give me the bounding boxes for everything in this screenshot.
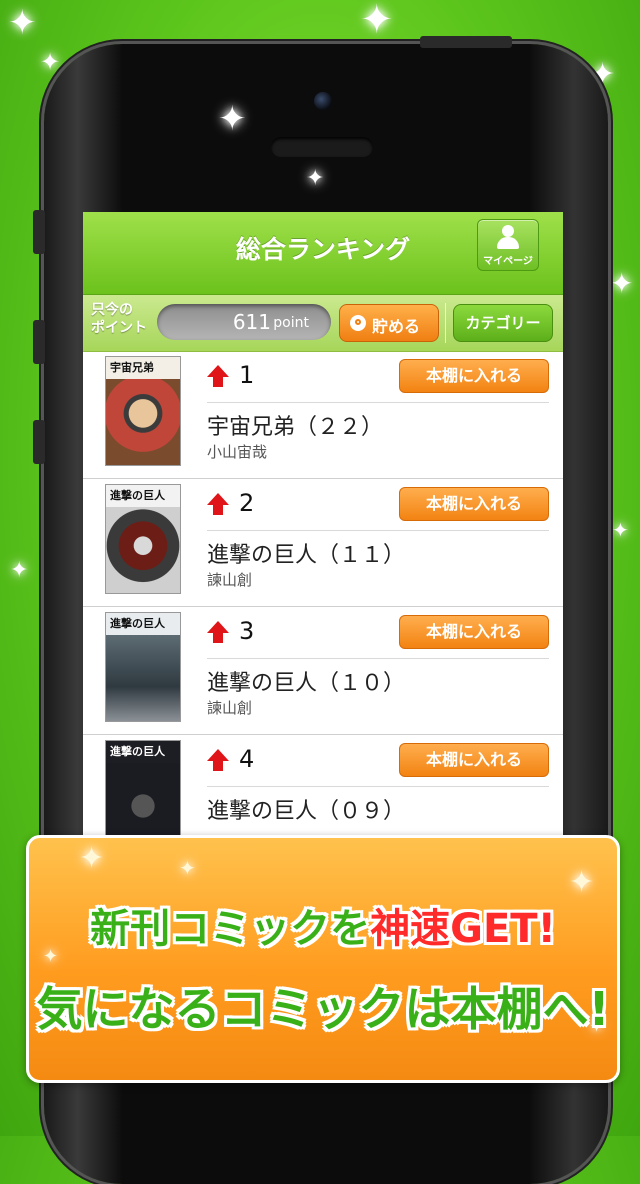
mute-switch (33, 210, 45, 254)
sparkle-decoration: ✦ (610, 267, 634, 300)
row-divider (207, 530, 549, 531)
row-divider (207, 658, 549, 659)
app-screen: 総合ランキング マイページ 只今の ポイント 611 point 貯める カテゴ… (83, 212, 563, 852)
row-divider (207, 402, 549, 403)
earn-points-button[interactable]: 貯める (339, 304, 439, 342)
book-author: 小山宙哉 (207, 443, 268, 461)
sparkle-decoration: ✦ (179, 856, 196, 880)
camera-icon (314, 92, 332, 110)
trend-up-icon (207, 621, 229, 643)
sparkle-decoration: ✦ (306, 166, 325, 191)
cover-title: 進撃の巨人 (110, 745, 165, 758)
sparkle-decoration: ✦ (569, 865, 595, 900)
list-item[interactable]: 宇宙兄弟 1 本棚に入れる 宇宙兄弟（２２） 小山宙哉 (83, 351, 563, 479)
trend-up-icon (207, 749, 229, 771)
cover-title: 進撃の巨人 (110, 489, 165, 502)
add-to-shelf-button[interactable]: 本棚に入れる (399, 615, 549, 649)
book-title: 進撃の巨人（１０） (207, 671, 406, 696)
mypage-button[interactable]: マイページ (477, 219, 539, 271)
points-label-line1: 只今の (91, 302, 133, 318)
cover-art (106, 507, 180, 593)
user-icon (497, 225, 519, 249)
banner-subheadline: 気になるコミックは本棚へ! (36, 982, 610, 1036)
earn-points-label: 貯める (372, 317, 421, 336)
add-to-shelf-button[interactable]: 本棚に入れる (399, 359, 549, 393)
coin-icon (350, 315, 366, 331)
banner-headline-highlight: 神速GET! (370, 906, 556, 952)
cover-title: 宇宙兄弟 (110, 361, 154, 374)
category-button[interactable]: カテゴリー (453, 304, 553, 342)
sparkle-decoration: ✦ (218, 99, 247, 139)
banner-headline-part1: 新刊コミックを (90, 906, 371, 952)
mypage-label: マイページ (483, 256, 533, 267)
book-title: 進撃の巨人（０９） (207, 799, 406, 824)
list-item[interactable]: 進撃の巨人 3 本棚に入れる 進撃の巨人（１０） 諫山創 (83, 607, 563, 735)
book-cover[interactable]: 進撃の巨人 (105, 484, 181, 594)
cover-art (106, 635, 180, 721)
book-cover[interactable]: 宇宙兄弟 (105, 356, 181, 466)
book-author: 諫山創 (207, 571, 253, 589)
rank-number: 4 (239, 745, 255, 773)
points-unit: point (273, 315, 309, 331)
book-title: 進撃の巨人（１１） (207, 543, 406, 568)
sparkle-decoration: ✦ (10, 558, 29, 583)
promo-banner: ✦ ✦ ✦ ✦ ✦ 新刊コミックを神速GET! 気になるコミックは本棚へ! (26, 835, 620, 1083)
points-label: 只今の ポイント (91, 301, 147, 337)
rank-number: 1 (239, 361, 255, 389)
points-value: 611 (232, 310, 271, 334)
points-bar: 只今の ポイント 611 point 貯める カテゴリー (83, 295, 563, 352)
volume-up-button (33, 320, 45, 364)
points-label-line2: ポイント (91, 320, 147, 336)
trend-up-icon (207, 493, 229, 515)
book-author: 諫山創 (207, 699, 253, 717)
speaker-grille (271, 137, 373, 157)
book-title: 宇宙兄弟（２２） (207, 415, 384, 440)
volume-down-button (33, 420, 45, 464)
navigation-bar: 総合ランキング マイページ (83, 212, 563, 295)
rank-number: 2 (239, 489, 255, 517)
sparkle-decoration: ✦ (40, 48, 61, 76)
trend-up-icon (207, 365, 229, 387)
book-cover[interactable]: 進撃の巨人 (105, 612, 181, 722)
sparkle-decoration: ✦ (360, 0, 394, 43)
book-cover[interactable]: 進撃の巨人 (105, 740, 181, 850)
ranking-list[interactable]: 宇宙兄弟 1 本棚に入れる 宇宙兄弟（２２） 小山宙哉 進撃の巨人 2 本棚に入… (83, 351, 563, 852)
list-item[interactable]: 進撃の巨人 2 本棚に入れる 進撃の巨人（１１） 諫山創 (83, 479, 563, 607)
cover-art (106, 379, 180, 465)
row-divider (207, 786, 549, 787)
add-to-shelf-button[interactable]: 本棚に入れる (399, 743, 549, 777)
rank-number: 3 (239, 617, 255, 645)
sparkle-decoration: ✦ (612, 518, 629, 542)
divider (445, 303, 446, 343)
cover-title: 進撃の巨人 (110, 617, 165, 630)
sparkle-decoration: ✦ (8, 3, 37, 43)
add-to-shelf-button[interactable]: 本棚に入れる (399, 487, 549, 521)
points-display: 611 point (157, 304, 331, 340)
sparkle-decoration: ✦ (79, 841, 105, 876)
power-button (420, 36, 512, 48)
banner-headline: 新刊コミックを神速GET! (29, 896, 617, 954)
